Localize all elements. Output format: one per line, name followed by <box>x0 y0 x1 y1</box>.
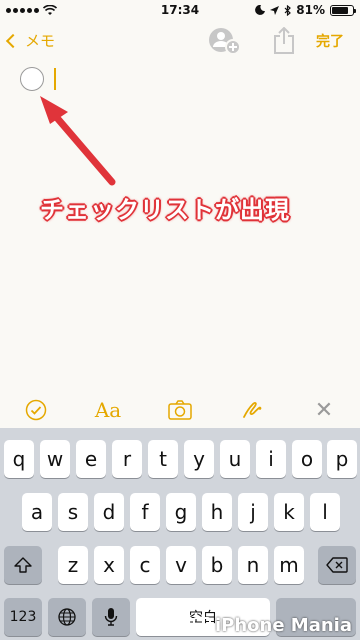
key-s[interactable]: s <box>58 493 88 531</box>
key-j[interactable]: j <box>238 493 268 531</box>
key-k[interactable]: k <box>274 493 304 531</box>
text-format-button[interactable]: Aa <box>91 396 125 424</box>
key-b[interactable]: b <box>202 546 232 584</box>
key-o[interactable]: o <box>292 440 322 478</box>
key-v[interactable]: v <box>166 546 196 584</box>
dictation-key[interactable] <box>92 598 130 636</box>
watermark-logo-icon <box>192 616 211 635</box>
camera-icon <box>168 400 192 420</box>
key-i[interactable]: i <box>256 440 286 478</box>
keyboard: q w e r t y u i o p a s d f g h j k l z … <box>0 428 360 640</box>
key-h[interactable]: h <box>202 493 232 531</box>
key-c[interactable]: c <box>130 546 160 584</box>
microphone-icon <box>104 608 118 626</box>
key-q[interactable]: q <box>4 440 34 478</box>
sketch-button[interactable] <box>235 396 269 424</box>
key-m[interactable]: m <box>274 546 304 584</box>
key-p[interactable]: p <box>327 440 357 478</box>
key-n[interactable]: n <box>238 546 268 584</box>
backspace-icon <box>326 557 348 573</box>
shift-icon <box>14 557 32 573</box>
scribble-icon <box>243 402 262 418</box>
key-a[interactable]: a <box>22 493 52 531</box>
checkmark-circle-icon <box>25 399 47 421</box>
key-f[interactable]: f <box>130 493 160 531</box>
checklist-button[interactable] <box>19 396 53 424</box>
key-g[interactable]: g <box>166 493 196 531</box>
shift-key[interactable] <box>4 546 42 584</box>
key-z[interactable]: z <box>58 546 88 584</box>
key-x[interactable]: x <box>94 546 124 584</box>
watermark: iPhone Mania <box>192 615 352 636</box>
delete-key[interactable] <box>318 546 356 584</box>
key-d[interactable]: d <box>94 493 124 531</box>
key-l[interactable]: l <box>310 493 340 531</box>
format-toolbar: Aa ✕ <box>0 392 360 428</box>
key-e[interactable]: e <box>76 440 106 478</box>
key-u[interactable]: u <box>220 440 250 478</box>
key-w[interactable]: w <box>40 440 70 478</box>
globe-icon <box>58 608 76 626</box>
close-toolbar-button[interactable]: ✕ <box>307 396 341 424</box>
key-y[interactable]: y <box>184 440 214 478</box>
numbers-key[interactable]: 123 <box>4 598 42 636</box>
key-t[interactable]: t <box>148 440 178 478</box>
watermark-text: iPhone Mania <box>214 615 352 636</box>
camera-button[interactable] <box>163 396 197 424</box>
key-r[interactable]: r <box>112 440 142 478</box>
annotation-text: チェックリストが出現 <box>40 196 290 224</box>
globe-key[interactable] <box>48 598 86 636</box>
